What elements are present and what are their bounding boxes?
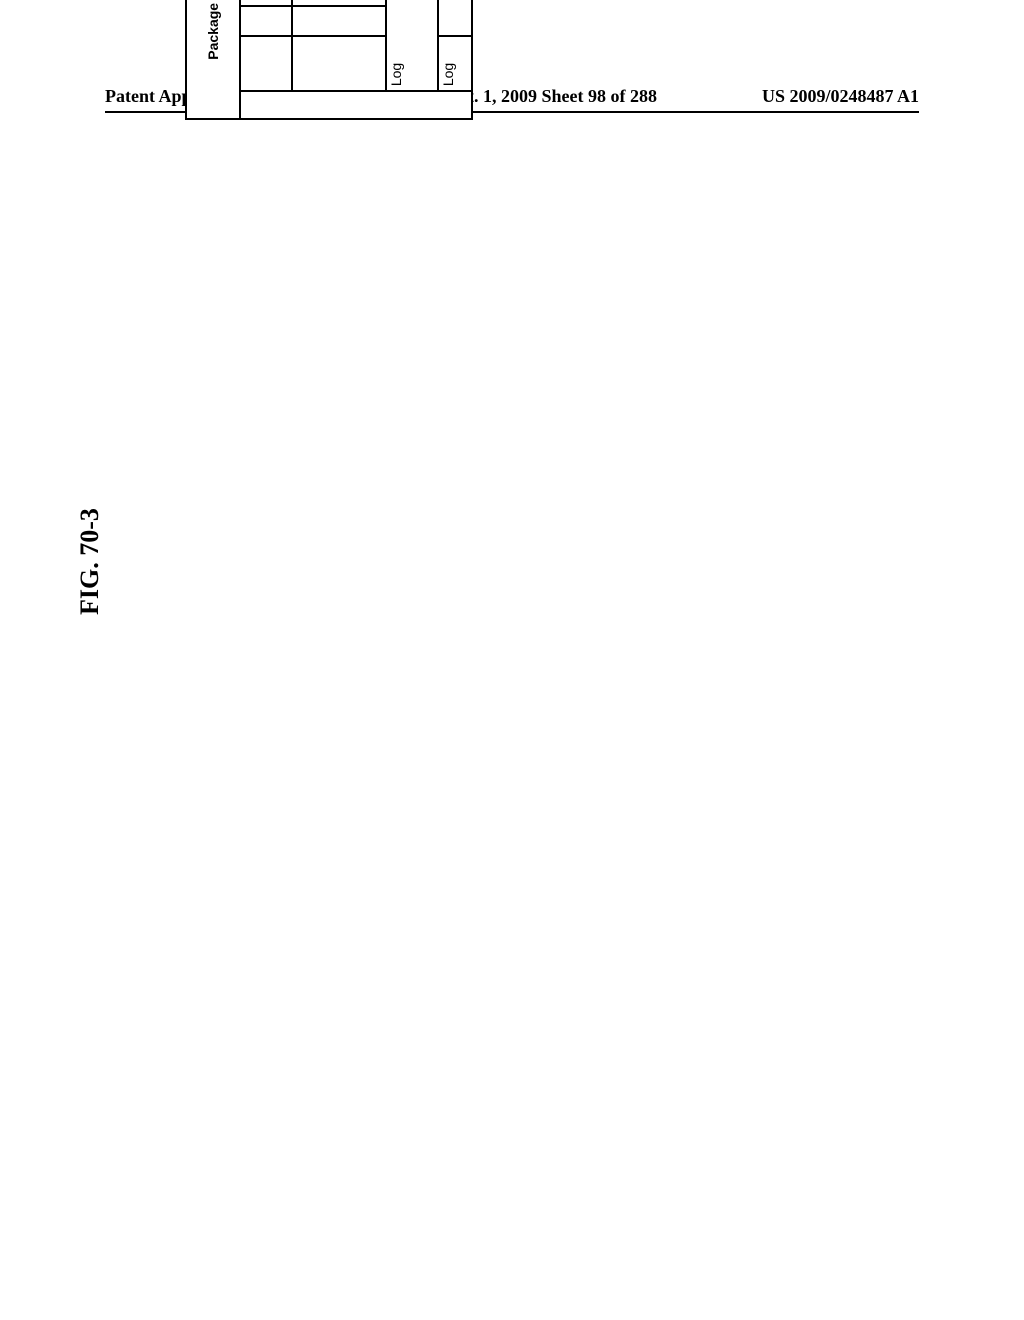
col-package: Package <box>186 0 240 119</box>
header-row: Package level1 level2 level3 level4 Card… <box>186 0 240 119</box>
cell <box>240 0 292 6</box>
patent-page: Patent Application Publication Oct. 1, 2… <box>0 0 1024 1320</box>
header-right: US 2009/0248487 A1 <box>762 86 919 107</box>
schema-table: Package level1 level2 level3 level4 Card… <box>185 0 473 120</box>
cell-pkg-merge: Log 70064 <box>386 0 438 91</box>
figure-title: FIG. 70-3 <box>75 508 105 615</box>
cell <box>292 36 386 91</box>
cell <box>240 36 292 91</box>
figure-area: FIG. 70-3 Package level1 level2 level3 l… <box>130 160 770 1180</box>
cell-pkg-b: Log <box>438 36 472 91</box>
table-row: VirtualChildIn-dicator 70052 1 70054 Ind… <box>240 0 292 119</box>
pkg-col-a <box>240 91 472 119</box>
cell <box>240 6 292 36</box>
cell-pkg-cd: 70072 <box>438 0 472 36</box>
header-center: Oct. 1, 2009 Sheet 98 of 288 <box>446 86 657 107</box>
cell <box>292 0 386 6</box>
cell <box>292 6 386 36</box>
